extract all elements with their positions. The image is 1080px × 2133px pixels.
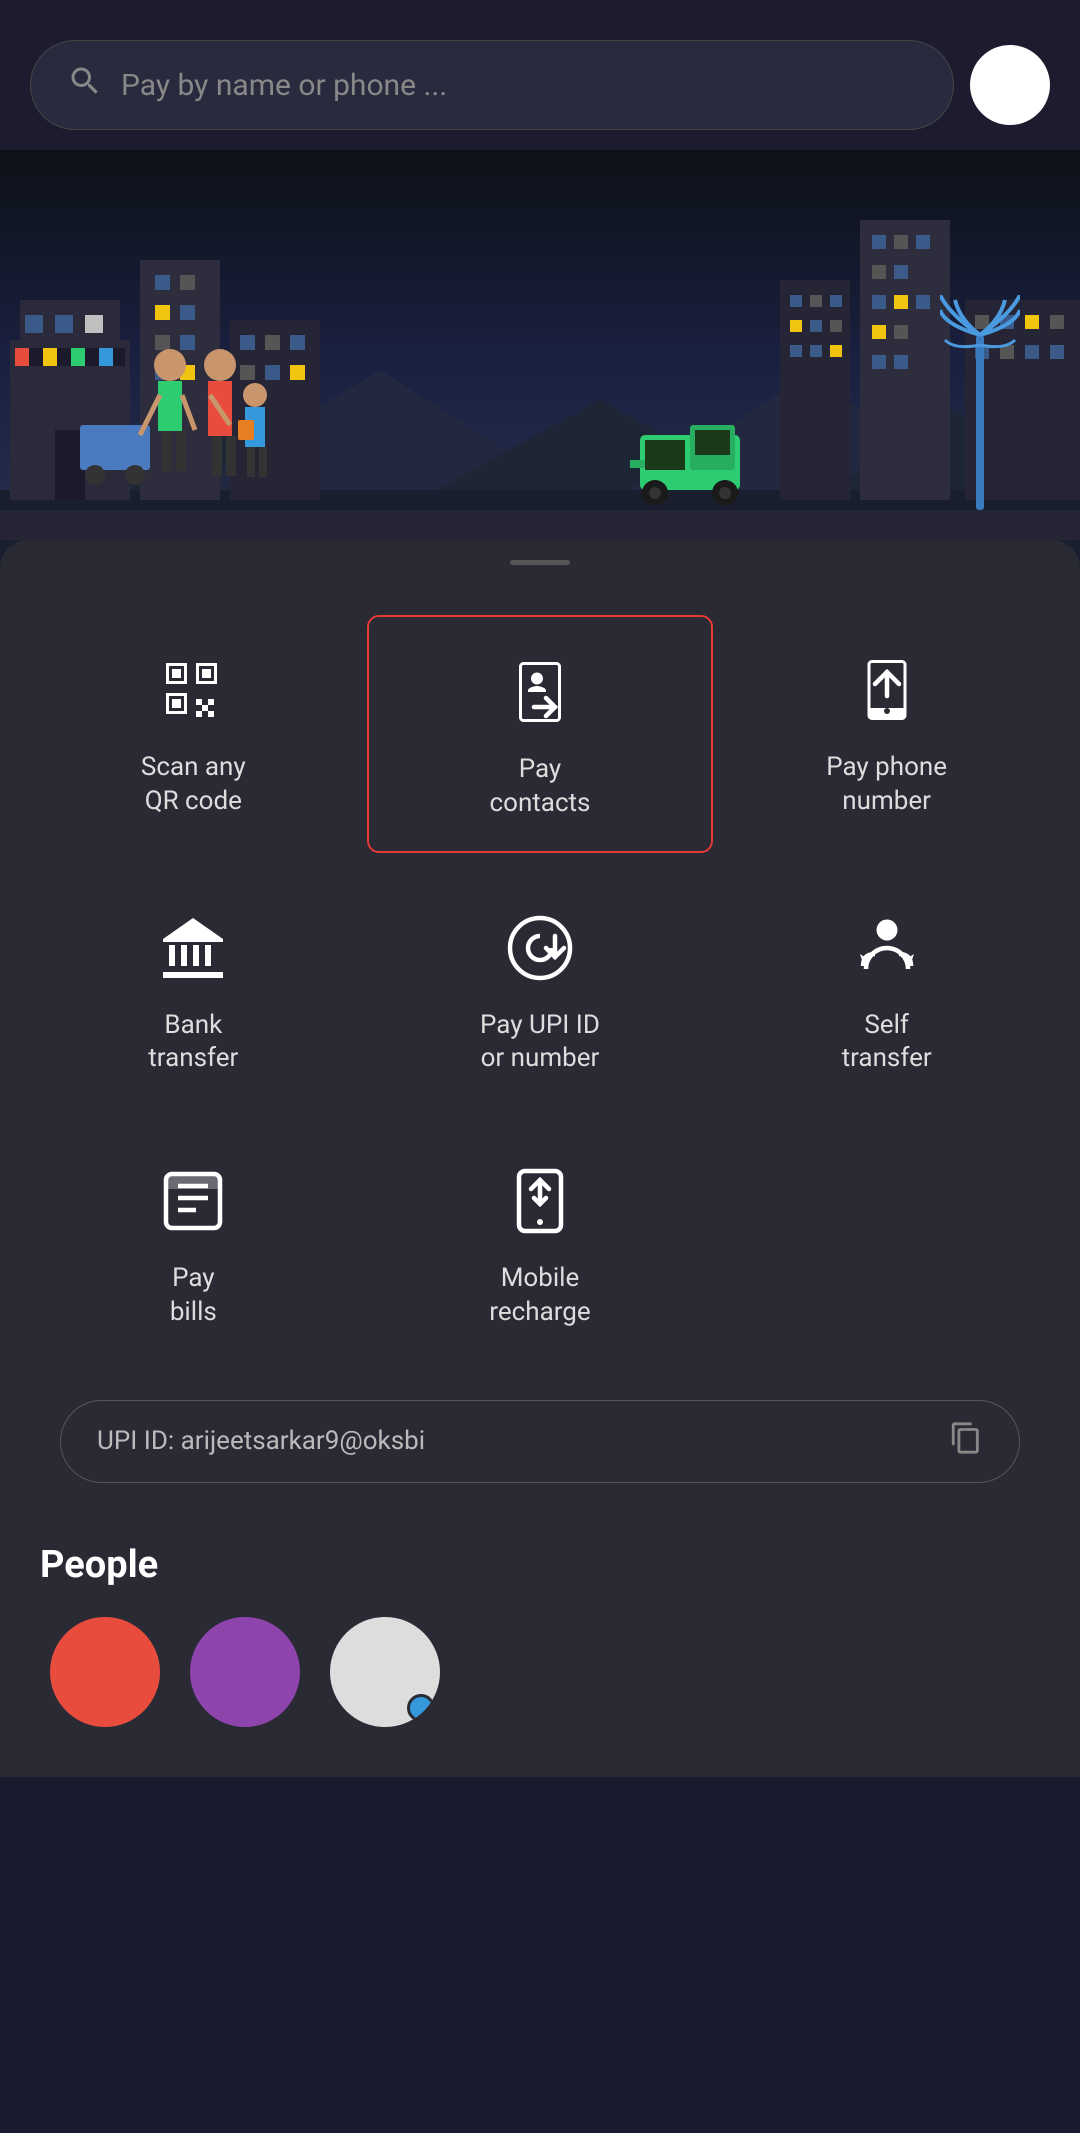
pay-upi-button[interactable]: Pay UPI IDor number <box>367 873 714 1107</box>
mobile-recharge-button[interactable]: Mobilerecharge <box>367 1126 714 1360</box>
sheet-handle <box>510 560 570 565</box>
pay-contacts-icon <box>495 647 585 737</box>
actions-grid-row3: Paybills Mobilerecharge <box>0 1126 1080 1380</box>
pay-phone-label: Pay phonenumber <box>826 751 947 819</box>
empty-cell <box>713 1126 1060 1360</box>
mobile-icon <box>495 1156 585 1246</box>
self-transfer-label: Selftransfer <box>842 1009 932 1077</box>
actions-grid-row2: Banktransfer Pay UPI IDor number <box>0 873 1080 1127</box>
header: Pay by name or phone ... <box>0 0 1080 150</box>
pay-contacts-button[interactable]: Paycontacts <box>367 615 714 853</box>
self-transfer-button[interactable]: Selftransfer <box>713 873 1060 1107</box>
hero-illustration <box>0 150 1080 570</box>
person-avatar-3[interactable] <box>330 1617 440 1727</box>
search-bar[interactable]: Pay by name or phone ... <box>30 40 954 130</box>
search-icon <box>67 63 103 107</box>
bank-icon <box>148 903 238 993</box>
bank-transfer-label: Banktransfer <box>148 1009 238 1077</box>
pay-upi-label: Pay UPI IDor number <box>480 1009 600 1077</box>
upi-id-pill[interactable]: UPI ID: arijeetsarkar9@oksbi <box>60 1400 1020 1483</box>
people-row <box>40 1617 1040 1727</box>
pay-bills-label: Paybills <box>170 1262 217 1330</box>
people-title: People <box>40 1543 1040 1587</box>
upi-id-text: UPI ID: arijeetsarkar9@oksbi <box>97 1426 425 1456</box>
person-avatar-2[interactable] <box>190 1617 300 1727</box>
pay-bills-button[interactable]: Paybills <box>20 1126 367 1360</box>
actions-grid-row1: Scan anyQR code Paycontacts <box>0 595 1080 873</box>
bottom-sheet: Scan anyQR code Paycontacts <box>0 540 1080 1777</box>
qr-code-icon <box>148 645 238 735</box>
search-placeholder: Pay by name or phone ... <box>121 68 447 103</box>
pay-phone-number-button[interactable]: Pay phonenumber <box>713 615 1060 853</box>
bills-icon <box>148 1156 238 1246</box>
scan-qr-button[interactable]: Scan anyQR code <box>20 615 367 853</box>
person-avatar-1[interactable] <box>50 1617 160 1727</box>
scan-qr-label: Scan anyQR code <box>141 751 246 819</box>
pay-contacts-label: Paycontacts <box>490 753 591 821</box>
online-indicator <box>407 1694 435 1722</box>
upi-icon <box>495 903 585 993</box>
bank-transfer-button[interactable]: Banktransfer <box>20 873 367 1107</box>
mobile-recharge-label: Mobilerecharge <box>489 1262 590 1330</box>
people-section: People <box>0 1523 1080 1737</box>
self-transfer-icon <box>842 903 932 993</box>
copy-icon[interactable] <box>949 1421 983 1462</box>
avatar[interactable] <box>970 45 1050 125</box>
pay-phone-icon <box>842 645 932 735</box>
